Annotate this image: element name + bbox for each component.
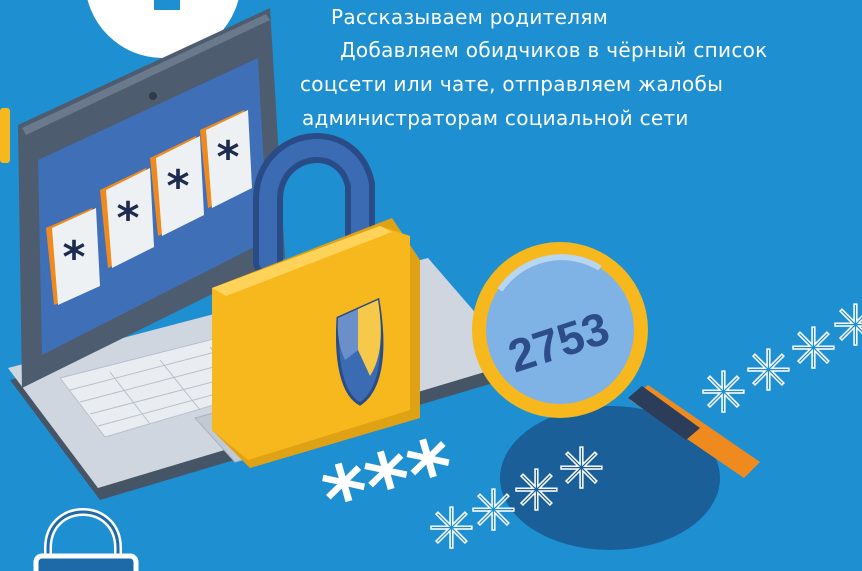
svg-text:✳: ✳ bbox=[700, 361, 747, 426]
illustration: * * * * 2753 *** ✳ ✳ ✳ ✳ ✳ ✳ ✳ ✳ bbox=[0, 0, 862, 571]
svg-text:✳: ✳ bbox=[832, 294, 862, 359]
svg-text:✳: ✳ bbox=[790, 317, 837, 382]
screen-asterisk: * bbox=[116, 193, 139, 244]
infographic-canvas: Рассказываем родителям Добавляем обидчик… bbox=[0, 0, 862, 571]
svg-text:✳: ✳ bbox=[470, 479, 517, 544]
svg-text:✳: ✳ bbox=[558, 437, 605, 502]
outline-asterisk: ✳ bbox=[428, 497, 475, 562]
small-padlock-icon bbox=[33, 508, 139, 571]
screen-asterisk: * bbox=[62, 232, 85, 283]
svg-text:✳: ✳ bbox=[745, 339, 792, 404]
svg-text:✳: ✳ bbox=[513, 459, 560, 524]
screen-asterisk: * bbox=[216, 132, 239, 183]
screen-asterisk: * bbox=[166, 161, 189, 212]
step-badge-digit bbox=[154, 0, 180, 10]
left-edge-shape bbox=[0, 108, 10, 163]
webcam-icon bbox=[149, 92, 157, 100]
